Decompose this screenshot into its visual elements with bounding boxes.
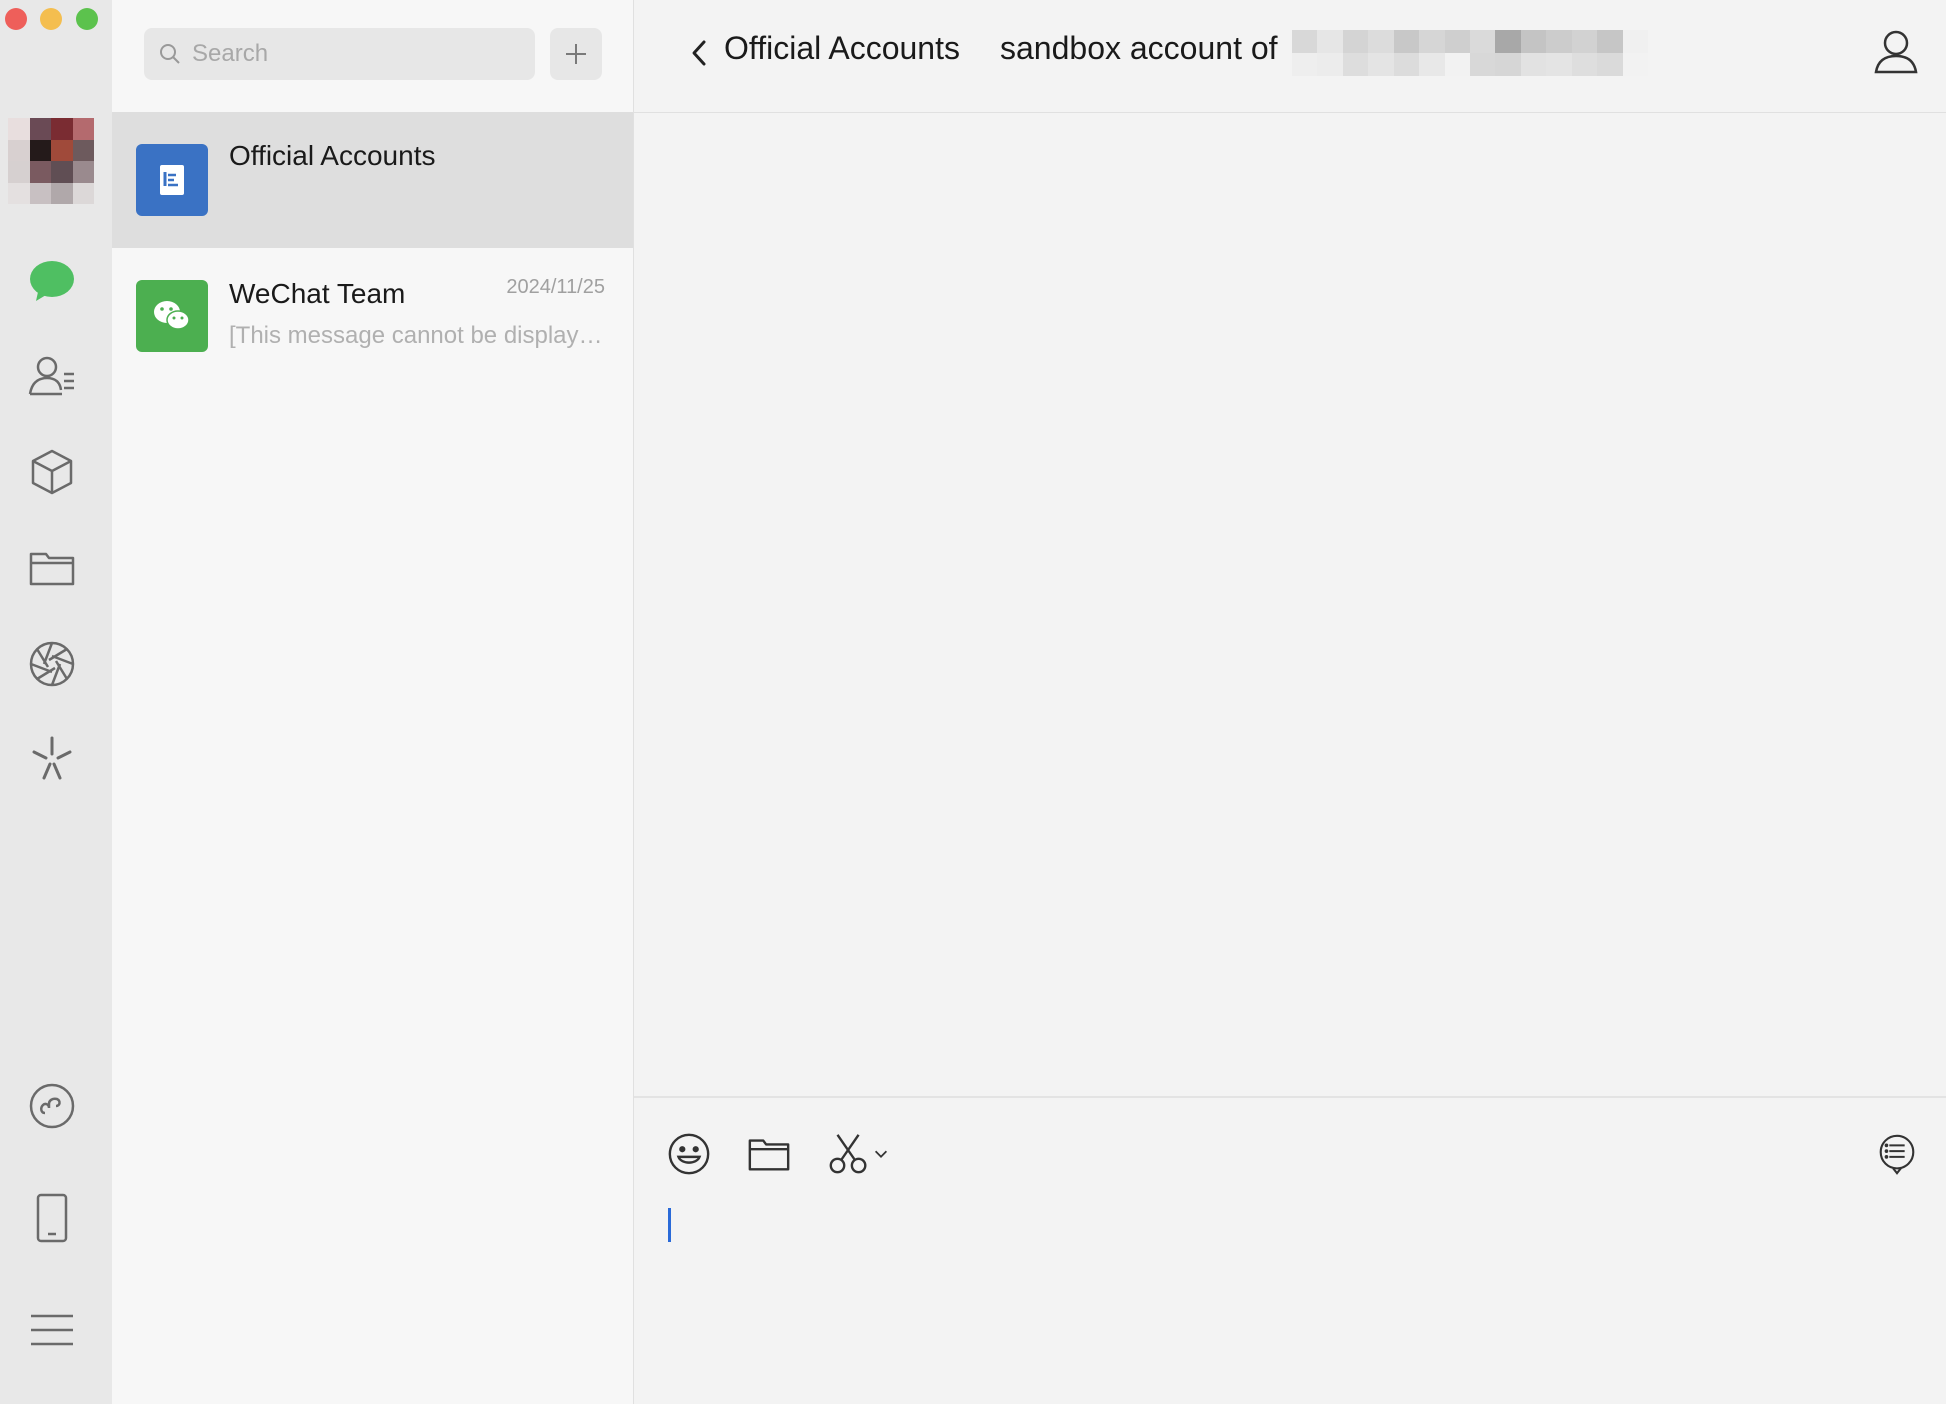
contacts-icon[interactable] (24, 348, 80, 404)
close-window-button[interactable] (5, 8, 27, 30)
emoji-button[interactable] (666, 1130, 712, 1178)
shutter-icon[interactable] (24, 636, 80, 692)
folder-icon (748, 1139, 790, 1171)
user-avatar[interactable] (8, 118, 94, 204)
emoji-icon (668, 1133, 710, 1175)
search-icon (160, 44, 180, 64)
cube-icon[interactable] (24, 444, 80, 500)
back-chevron-icon[interactable] (684, 36, 714, 70)
chat-header: Official Accounts sandbox account of (634, 0, 1946, 113)
folder-icon[interactable] (24, 540, 80, 596)
add-button[interactable] (550, 28, 602, 80)
chat-name: Official Accounts (229, 140, 436, 171)
chevron-down-icon[interactable] (872, 1145, 890, 1163)
redacted-name (1292, 30, 1648, 76)
search-box[interactable] (144, 28, 535, 80)
profile-icon[interactable] (1870, 26, 1922, 78)
chat-bubble-icon[interactable] (24, 252, 80, 308)
chat-title: sandbox account of (1000, 30, 1278, 66)
sparkle-icon[interactable] (24, 732, 80, 788)
menu-icon[interactable] (24, 1302, 80, 1358)
chat-list-item-official-accounts[interactable]: Official Accounts (112, 112, 633, 248)
zoom-window-button[interactable] (76, 8, 98, 30)
chat-date: 2024/11/25 (506, 276, 605, 298)
chat-list-panel: Official Accounts WeChat Team 2024/11/25… (112, 0, 634, 1404)
phone-icon[interactable] (24, 1190, 80, 1246)
composer-divider (634, 1096, 1946, 1098)
chat-panel: Official Accounts sandbox account of (634, 0, 1946, 1404)
chat-name: WeChat Team (229, 278, 406, 309)
chat-preview: [This message cannot be displayed] (229, 322, 609, 349)
breadcrumb[interactable]: Official Accounts (724, 30, 960, 67)
chat-list-item-wechat-team[interactable]: WeChat Team 2024/11/25 [This message can… (112, 248, 633, 384)
scissors-icon (829, 1134, 867, 1174)
plus-icon (566, 44, 586, 64)
minimize-window-button[interactable] (40, 8, 62, 30)
chat-history-icon (1879, 1134, 1915, 1175)
search-input[interactable] (190, 39, 524, 69)
official-accounts-icon (136, 144, 208, 216)
wechat-logo-icon (136, 280, 208, 352)
send-file-button[interactable] (746, 1130, 792, 1178)
screenshot-button[interactable] (826, 1130, 890, 1178)
sidebar (0, 0, 112, 1404)
chat-history-button[interactable] (1874, 1130, 1920, 1178)
message-input[interactable] (654, 1200, 1918, 1384)
mini-program-icon[interactable] (24, 1078, 80, 1134)
